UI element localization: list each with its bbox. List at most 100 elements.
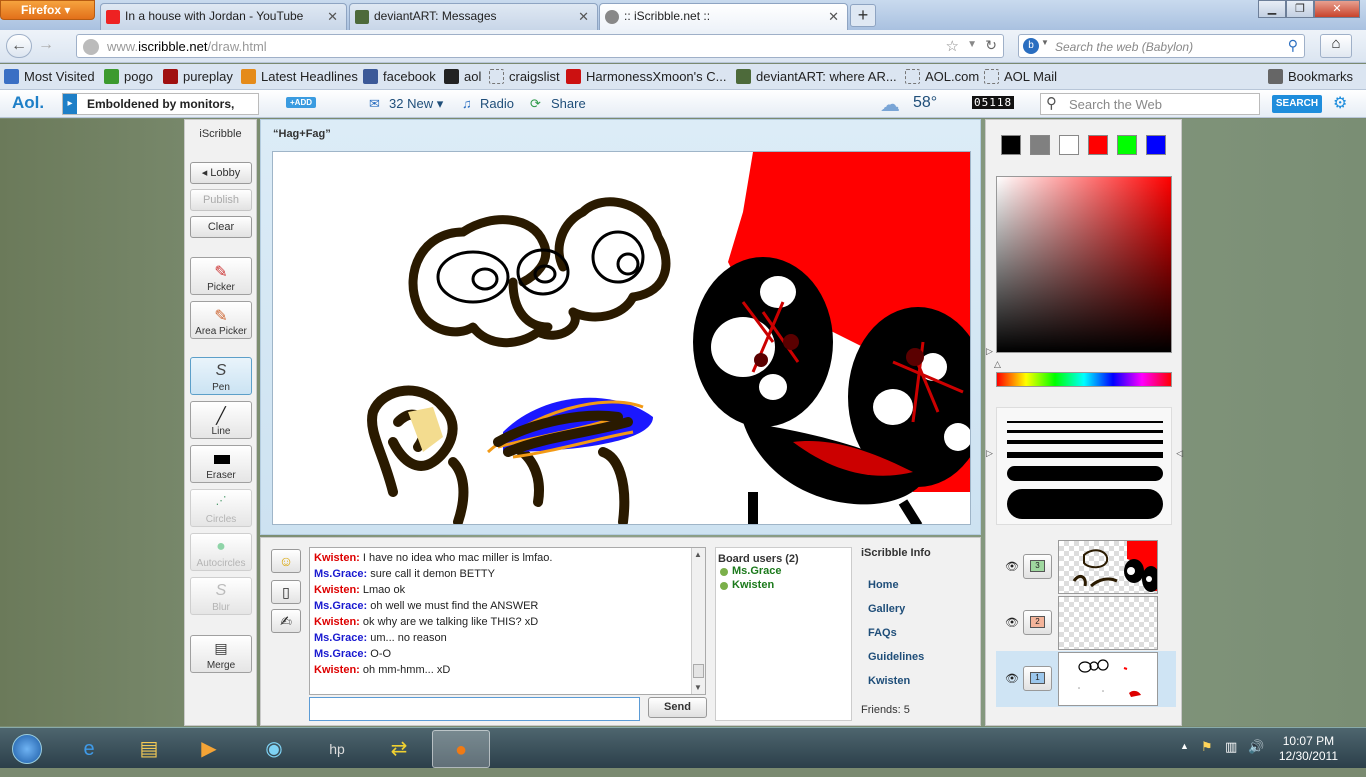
site-identity-icon[interactable] (83, 39, 99, 55)
picker-handle-icon[interactable]: ▷ (986, 346, 993, 357)
maximize-icon[interactable]: ❐ (1286, 0, 1314, 18)
swatch-blue[interactable] (1146, 135, 1166, 155)
tab-iscribble[interactable]: :: iScribble.net :: ✕ (599, 3, 848, 30)
autocircles-tool[interactable]: ● Autocircles (190, 533, 252, 571)
brush-size-left-handle-icon[interactable]: ▷ (986, 448, 993, 459)
firefox-taskbar-icon[interactable]: ● (432, 730, 490, 768)
publish-button[interactable]: Publish (190, 189, 252, 211)
new-mail-count[interactable]: 32 New ▾ (389, 96, 443, 112)
bookmark-pureplay[interactable]: pureplay (163, 69, 233, 84)
close-window-icon[interactable]: ✕ (1314, 0, 1360, 18)
close-tab-icon[interactable]: ✕ (828, 9, 839, 25)
back-button[interactable]: ← (6, 34, 32, 58)
pen-tool[interactable]: S Pen (190, 357, 252, 395)
drawing-canvas[interactable] (272, 151, 971, 525)
blur-tool[interactable]: S Blur (190, 577, 252, 615)
network-icon[interactable]: ▥ (1225, 739, 1237, 755)
color-picker-square[interactable] (996, 176, 1172, 353)
search-icon[interactable]: ⚲ (1288, 37, 1298, 54)
history-dropdown-icon[interactable]: ▼ (967, 39, 977, 50)
bookmark-craigslist[interactable]: craigslist (489, 69, 560, 84)
emoticon-button[interactable]: ☺ (271, 549, 301, 573)
gear-icon[interactable]: ⚙ (1333, 93, 1347, 113)
line-tool[interactable]: ╱ Line (190, 401, 252, 439)
forward-button[interactable]: → (33, 34, 59, 58)
layer-2[interactable]: 👁 2 (996, 595, 1176, 651)
home-button[interactable]: ⌂ (1320, 34, 1352, 58)
globe-icon[interactable]: ◉ (245, 730, 303, 768)
layer-thumbnail[interactable] (1058, 596, 1158, 650)
brush-size-option[interactable] (1007, 466, 1163, 481)
search-input[interactable]: b ▼ Search the web (Babylon) ⚲ (1018, 34, 1305, 58)
home-link[interactable]: Home (868, 579, 899, 591)
aol-search-button[interactable]: SEARCH (1272, 95, 1322, 113)
hue-slider[interactable] (996, 372, 1172, 387)
gallery-link[interactable]: Gallery (868, 603, 905, 615)
picker-tool[interactable]: ✎ Picker (190, 257, 252, 295)
user-item[interactable]: Kwisten (716, 579, 851, 593)
share-link[interactable]: Share (551, 96, 586, 111)
lobby-button[interactable]: ◂ Lobby (190, 162, 252, 184)
bookmark-latest-headlines[interactable]: Latest Headlines (241, 69, 358, 84)
reload-icon[interactable]: ↻ (985, 37, 997, 54)
radio-link[interactable]: Radio (480, 96, 514, 111)
chat-mode-button[interactable]: ▯ (271, 580, 301, 604)
brush-size-option[interactable] (1007, 421, 1163, 423)
layer-number-button[interactable]: 3 (1023, 554, 1052, 579)
chat-log[interactable]: Kwisten: I have no idea who mac miller i… (309, 547, 706, 695)
merge-button[interactable]: ▤ Merge (190, 635, 252, 673)
system-clock[interactable]: 10:07 PM 12/30/2011 (1279, 734, 1338, 764)
area-picker-tool[interactable]: ✎ Area Picker (190, 301, 252, 339)
hue-handle-icon[interactable]: △ (994, 359, 1001, 370)
volume-icon[interactable]: 🔊 (1248, 739, 1264, 755)
bookmark-aol-mail[interactable]: AOL Mail (984, 69, 1057, 84)
brush-size-option[interactable] (1007, 440, 1163, 444)
explorer-folder-icon[interactable]: ▤ (120, 730, 178, 768)
chat-input[interactable] (309, 697, 640, 721)
send-button[interactable]: Send (648, 697, 707, 718)
new-tab-button[interactable]: + (850, 4, 876, 27)
sync-app-icon[interactable]: ⇄ (370, 730, 428, 768)
tab-deviantart[interactable]: deviantART: Messages ✕ (349, 3, 598, 30)
notification-flag-icon[interactable]: ⚑ (1201, 739, 1213, 755)
bookmark-deviantart[interactable]: deviantART: where AR... (736, 69, 897, 84)
aol-search-input[interactable]: ⚲ Search the Web (1040, 93, 1260, 115)
layer-thumbnail[interactable] (1058, 540, 1158, 594)
layer-1[interactable]: 👁 1 (996, 651, 1176, 707)
eye-icon[interactable]: 👁 (1005, 560, 1019, 573)
brush-size-option[interactable] (1007, 452, 1163, 458)
notepad-button[interactable]: ✍ (271, 609, 301, 633)
scroll-thumb[interactable] (693, 664, 704, 678)
tab-youtube[interactable]: In a house with Jordan - YouTube ✕ (100, 3, 347, 30)
add-button[interactable]: +ADD (286, 97, 317, 108)
bookmark-harmonessxmoon[interactable]: HarmonessXmoon's C... (566, 69, 726, 84)
bookmark-most-visited[interactable]: Most Visited (4, 69, 95, 84)
brush-size-selector[interactable]: ▷ ◁ (986, 407, 1183, 525)
bookmark-aol[interactable]: aol (444, 69, 481, 84)
brush-size-option[interactable] (1007, 489, 1163, 519)
swatch-white[interactable] (1059, 135, 1079, 155)
news-ticker[interactable]: ▸ Emboldened by monitors, (62, 93, 259, 115)
clear-button[interactable]: Clear (190, 216, 252, 238)
firefox-menu-button[interactable]: Firefox ▾ (0, 0, 95, 20)
user-item[interactable]: Ms.Grace (716, 565, 851, 579)
internet-explorer-icon[interactable]: e (60, 730, 118, 768)
swatch-gray[interactable] (1030, 135, 1050, 155)
scroll-down-icon[interactable]: ▼ (694, 683, 702, 692)
swatch-black[interactable] (1001, 135, 1021, 155)
address-bar[interactable]: www.iscribble.net/draw.html ☆ ▼ ↻ (76, 34, 1004, 58)
profile-link[interactable]: Kwisten (868, 675, 910, 687)
eye-icon[interactable]: 👁 (1005, 672, 1019, 685)
guidelines-link[interactable]: Guidelines (868, 651, 924, 663)
babylon-icon[interactable]: b (1023, 38, 1039, 54)
bookmark-star-icon[interactable]: ☆ (946, 37, 959, 55)
circles-tool[interactable]: ⋰ Circles (190, 489, 252, 527)
eraser-tool[interactable]: Eraser (190, 445, 252, 483)
swatch-red[interactable] (1088, 135, 1108, 155)
media-player-icon[interactable]: ▶ (180, 730, 238, 768)
close-tab-icon[interactable]: ✕ (327, 9, 338, 25)
close-tab-icon[interactable]: ✕ (578, 9, 589, 25)
play-icon[interactable]: ▸ (63, 94, 77, 114)
brush-size-right-handle-icon[interactable]: ◁ (1176, 448, 1183, 459)
brush-size-option[interactable] (1007, 430, 1163, 433)
